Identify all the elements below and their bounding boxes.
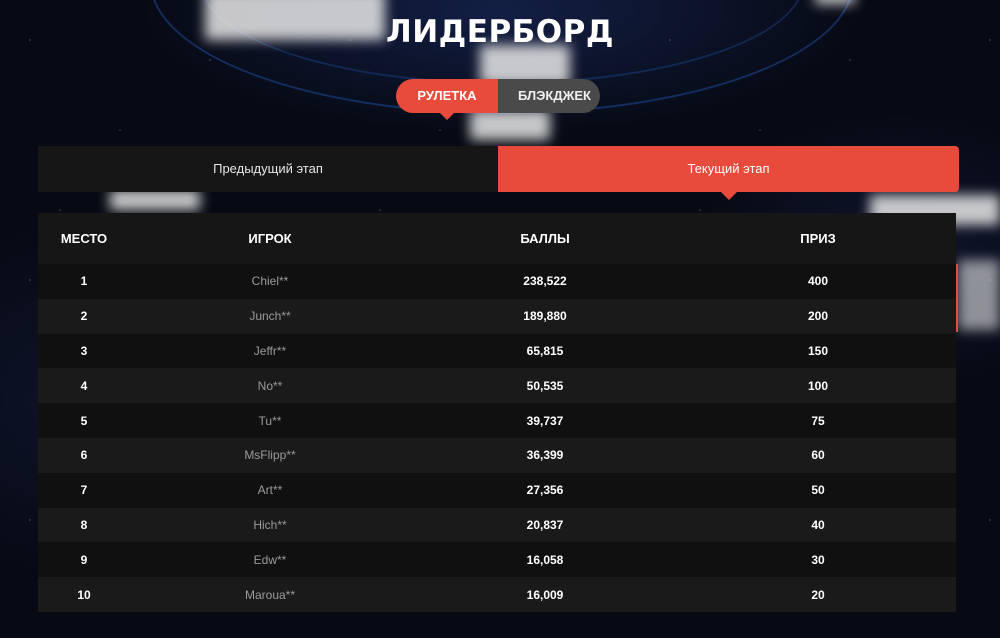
table-row: 8 Hich** 20,837 40	[38, 507, 956, 543]
table-row: 7 Art** 27,356 50	[38, 472, 956, 508]
cell-points: 238,522	[523, 274, 567, 289]
cell-place: 9	[80, 552, 88, 567]
cell-prize: 40	[811, 517, 825, 532]
tab-previous-stage[interactable]: Предыдущий этап	[38, 146, 498, 192]
cell-player: MsFlipp**	[244, 448, 296, 463]
cell-player: Art**	[257, 483, 283, 498]
cell-place: 6	[80, 448, 88, 463]
column-header-place: МЕСТО	[60, 231, 108, 246]
table-row: 5 Tu** 39,737 75	[38, 403, 956, 438]
cell-prize: 60	[811, 448, 825, 463]
cell-place: 3	[80, 343, 88, 358]
table-row: 2 Junch** 189,880 200	[38, 298, 956, 334]
cell-place: 8	[80, 517, 88, 532]
cell-place: 4	[80, 378, 88, 393]
cell-player: Edw**	[253, 552, 287, 567]
cell-prize: 75	[811, 413, 825, 428]
tab-blackjack[interactable]: БЛЭКДЖЕК	[498, 79, 600, 113]
cell-points: 20,837	[526, 517, 564, 532]
column-header-player: ИГРОК	[248, 231, 292, 246]
cell-place: 7	[80, 483, 88, 498]
page-title: ЛИДЕРБОРД	[385, 14, 614, 50]
cell-place: 10	[77, 587, 91, 602]
table-row: 10 Maroua** 16,009 20	[38, 577, 956, 612]
tab-current-stage[interactable]: Текущий этап	[498, 146, 959, 200]
cell-prize: 400	[807, 274, 829, 289]
cell-prize: 30	[811, 552, 825, 567]
table-row: 4 No** 50,535 100	[38, 368, 956, 404]
blurred-card-decoration	[110, 190, 200, 210]
cell-place: 5	[80, 413, 88, 428]
cell-player: Maroua**	[244, 587, 296, 602]
blurred-card-decoration	[958, 260, 1000, 330]
cell-points: 189,880	[523, 309, 567, 324]
cell-points: 50,535	[526, 378, 564, 393]
cell-points: 16,058	[526, 552, 564, 567]
blurred-card-decoration	[470, 110, 550, 140]
cell-player: Jeffr**	[253, 343, 287, 358]
table-scrollbar[interactable]	[956, 264, 958, 332]
cell-prize: 50	[811, 483, 825, 498]
table-header: МЕСТО ИГРОК БАЛЛЫ ПРИЗ	[38, 213, 956, 264]
cell-points: 36,399	[526, 448, 564, 463]
column-header-points: БАЛЛЫ	[520, 231, 570, 246]
cell-player: Hich**	[253, 517, 287, 532]
table-row: 6 MsFlipp** 36,399 60	[38, 437, 956, 473]
cell-player: Tu**	[258, 413, 282, 428]
cell-place: 1	[80, 274, 88, 289]
cell-player: Chiel**	[251, 274, 289, 289]
table-row: 1 Chiel** 238,522 400	[38, 264, 956, 299]
column-header-prize: ПРИЗ	[800, 231, 836, 246]
stage-tabs: Предыдущий этап Текущий этап	[38, 146, 959, 200]
cell-points: 16,009	[526, 587, 564, 602]
cell-points: 65,815	[526, 343, 564, 358]
cell-prize: 20	[811, 587, 825, 602]
cell-points: 39,737	[526, 413, 564, 428]
cell-player: Junch**	[249, 309, 291, 324]
table-row: 9 Edw** 16,058 30	[38, 542, 956, 578]
table-row: 3 Jeffr** 65,815 150	[38, 333, 956, 369]
cell-prize: 200	[807, 309, 829, 324]
tab-roulette[interactable]: РУЛЕТКА	[396, 79, 498, 120]
cell-place: 2	[80, 309, 88, 324]
game-tabs: РУЛЕТКА БЛЭКДЖЕК	[396, 79, 600, 120]
cell-prize: 100	[807, 378, 829, 393]
cell-player: No**	[257, 378, 283, 393]
leaderboard-table: МЕСТО ИГРОК БАЛЛЫ ПРИЗ 1 Chiel** 238,522…	[38, 213, 956, 612]
blurred-card-decoration	[815, 0, 855, 4]
cell-points: 27,356	[526, 483, 564, 498]
cell-prize: 150	[807, 343, 829, 358]
